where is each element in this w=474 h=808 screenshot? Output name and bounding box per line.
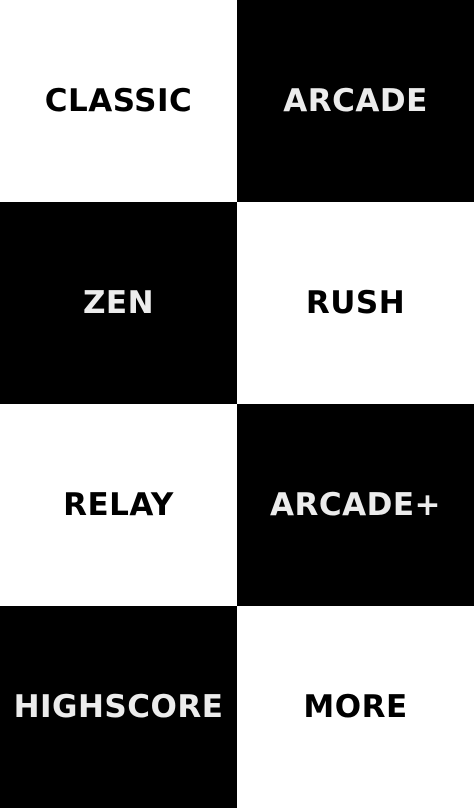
relay-mode-button[interactable]: RELAY <box>0 404 237 606</box>
highscore-label: HIGHSCORE <box>13 688 224 725</box>
more-button[interactable]: MORE <box>237 606 474 808</box>
highscore-button[interactable]: HIGHSCORE <box>0 606 237 808</box>
classic-mode-button[interactable]: CLASSIC <box>0 0 237 202</box>
zen-mode-label: ZEN <box>82 284 155 321</box>
zen-mode-button[interactable]: ZEN <box>0 202 237 404</box>
rush-mode-label: RUSH <box>305 284 406 321</box>
more-label: MORE <box>303 688 408 725</box>
rush-mode-button[interactable]: RUSH <box>237 202 474 404</box>
arcade-mode-button[interactable]: ARCADE <box>237 0 474 202</box>
game-mode-menu: CLASSIC ARCADE ZEN RUSH RELAY ARCADE+ HI… <box>0 0 474 808</box>
arcade-plus-mode-label: ARCADE+ <box>270 486 441 523</box>
relay-mode-label: RELAY <box>63 486 174 523</box>
arcade-mode-label: ARCADE <box>283 82 428 119</box>
arcade-plus-mode-button[interactable]: ARCADE+ <box>237 404 474 606</box>
classic-mode-label: CLASSIC <box>44 82 193 119</box>
